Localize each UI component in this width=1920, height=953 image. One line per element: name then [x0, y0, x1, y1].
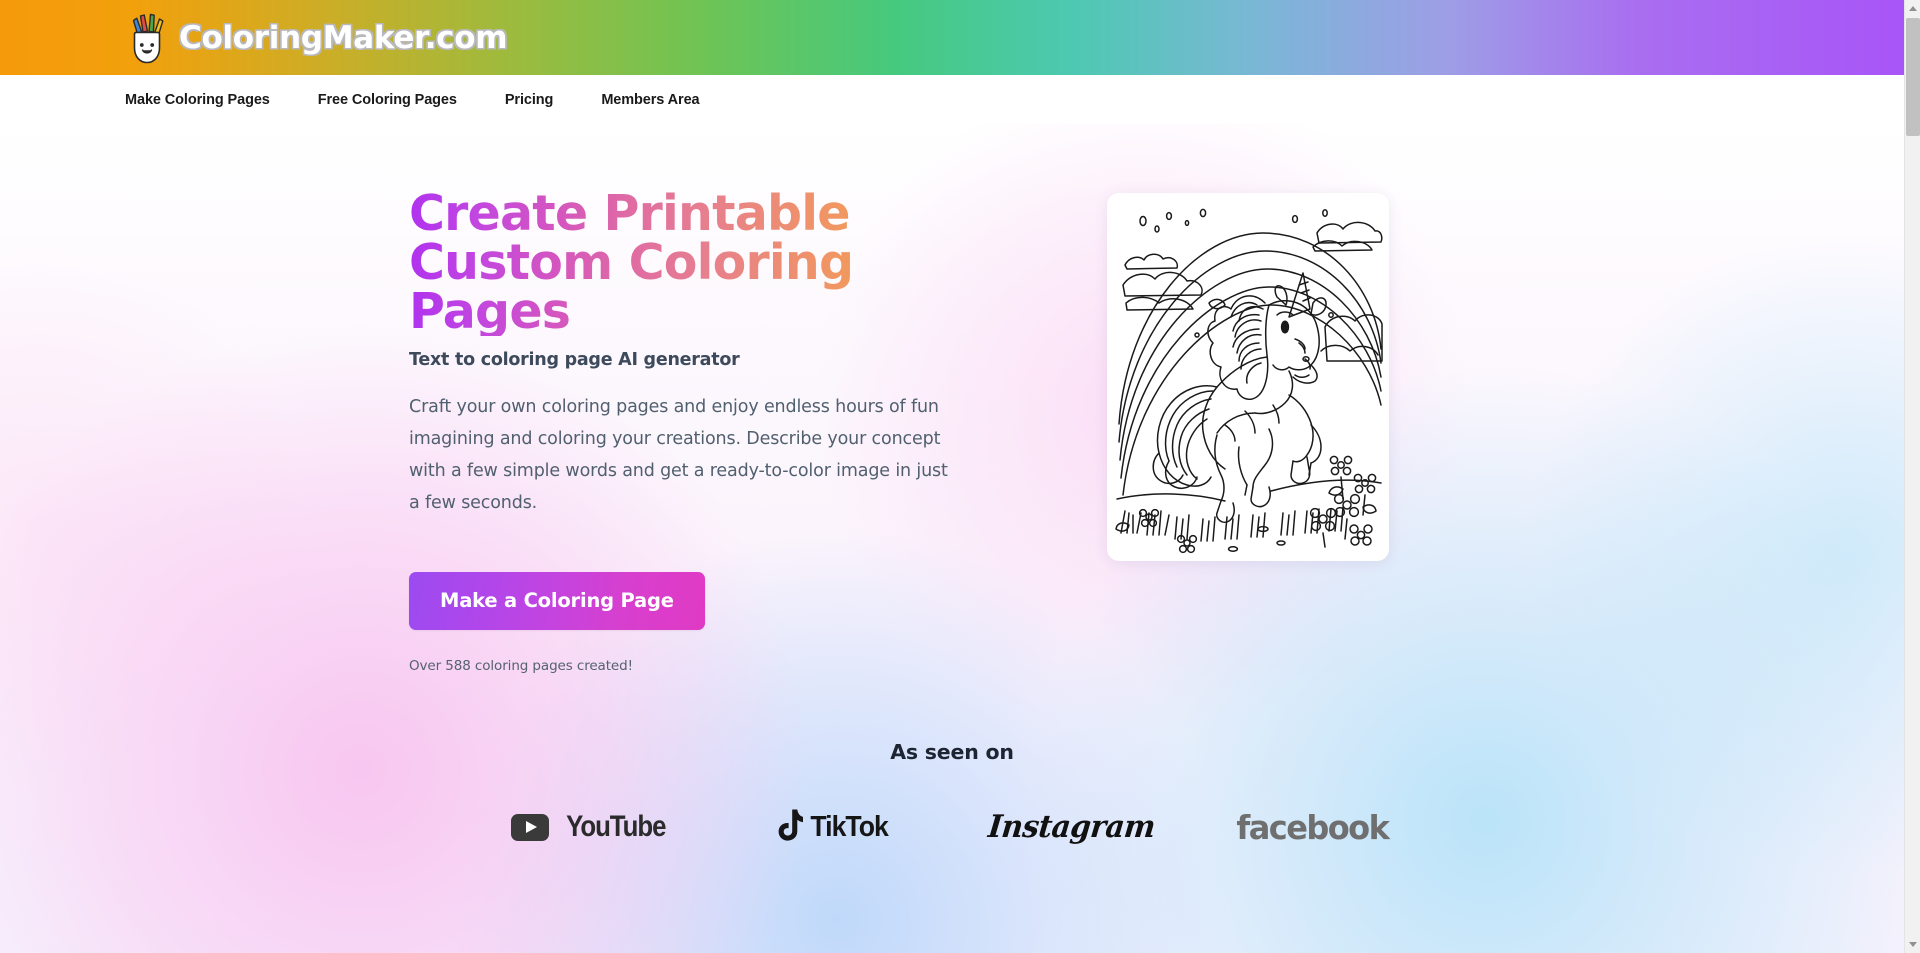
browser-viewport: ColoringMaker.com Make Coloring Pages Fr… [0, 0, 1920, 953]
instagram-wordmark: Instagram [986, 809, 1158, 845]
tiktok-wordmark: TikTok [810, 810, 888, 843]
as-seen-on-title: As seen on [890, 740, 1014, 764]
vertical-scrollbar[interactable] [1904, 0, 1920, 953]
page-title: Create Printable Custom Coloring Pages [409, 189, 969, 336]
site-header: ColoringMaker.com [0, 0, 1904, 75]
hero-image-column [1107, 189, 1389, 561]
youtube-play-icon [510, 813, 549, 841]
nav-item-make-coloring-pages[interactable]: Make Coloring Pages [125, 92, 270, 108]
hero-paragraph: Craft your own coloring pages and enjoy … [409, 397, 948, 513]
hero-subheadline: Text to coloring page AI generator [409, 350, 740, 370]
scrollbar-thumb[interactable] [1906, 18, 1920, 136]
brand-logo-link[interactable]: ColoringMaker.com [125, 12, 508, 64]
scroll-down-arrow-icon[interactable] [1905, 936, 1920, 953]
youtube-wordmark: YouTube [565, 810, 666, 843]
page-content: ColoringMaker.com Make Coloring Pages Fr… [0, 0, 1904, 953]
unicorn-coloring-page-preview[interactable] [1107, 193, 1389, 561]
nav-item-free-coloring-pages[interactable]: Free Coloring Pages [318, 92, 457, 108]
facebook-logo[interactable]: facebook [1192, 796, 1432, 858]
make-a-coloring-page-button[interactable]: Make a Coloring Page [409, 572, 705, 630]
tiktok-logo[interactable]: TikTok [712, 796, 952, 858]
facebook-wordmark: facebook [1236, 807, 1390, 847]
pages-created-count: Over 588 coloring pages created! [409, 658, 633, 674]
scroll-up-arrow-icon[interactable] [1905, 0, 1920, 17]
youtube-logo[interactable]: YouTube [472, 796, 712, 858]
hero-text-column: Create Printable Custom Coloring Pages T… [402, 189, 1002, 674]
nav-item-members-area[interactable]: Members Area [601, 92, 699, 108]
nav-item-pricing[interactable]: Pricing [505, 92, 554, 108]
pencil-cup-smiley-icon [125, 12, 169, 64]
as-seen-on-section: As seen on YouTube TikTok Instagram face… [0, 740, 1904, 858]
social-logos-row: YouTube TikTok Instagram facebook [0, 796, 1904, 858]
unicorn-rainbow-line-art [1113, 199, 1383, 555]
brand-name: ColoringMaker.com [179, 19, 508, 56]
main-navigation: Make Coloring Pages Free Coloring Pages … [0, 75, 1904, 124]
instagram-logo[interactable]: Instagram [952, 796, 1192, 858]
tiktok-note-icon [773, 808, 804, 847]
hero-section: Create Printable Custom Coloring Pages T… [0, 124, 1904, 953]
